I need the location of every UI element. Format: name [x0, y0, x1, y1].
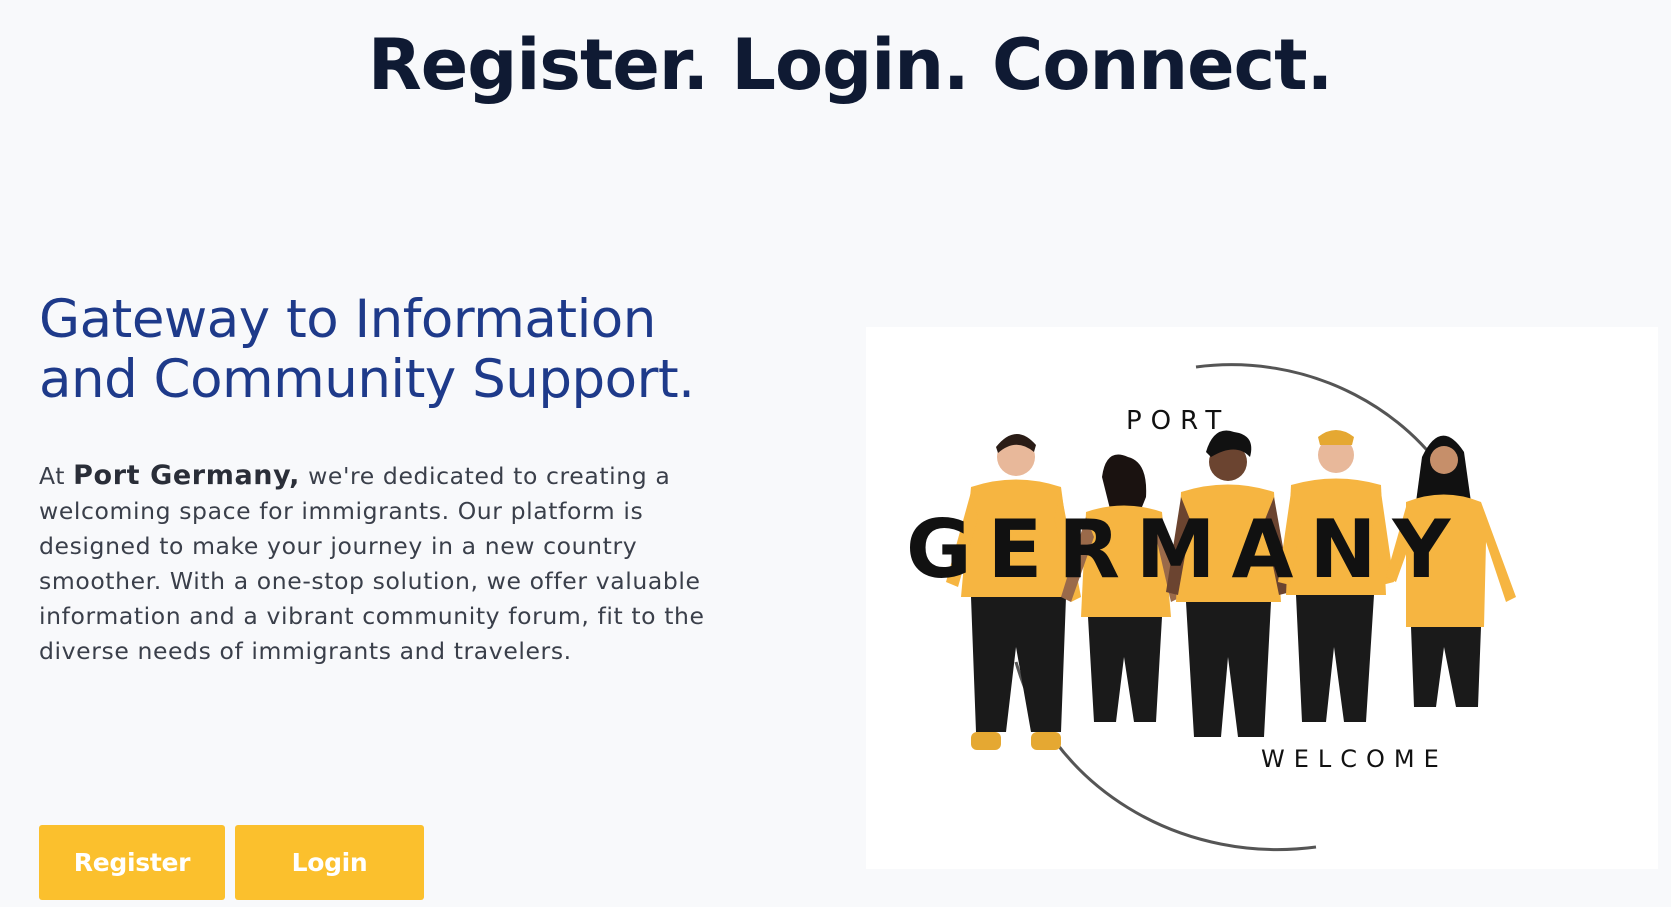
login-button[interactable]: Login [235, 825, 424, 900]
port-germany-logo-image: PORT GERMANY WELCOME [866, 327, 1658, 869]
intro-paragraph: At Port Germany, we're dedicated to crea… [39, 458, 719, 669]
section-heading: Gateway to Information and Community Sup… [39, 289, 695, 410]
intro-prefix: At [39, 462, 74, 490]
intro-body: we're dedicated to creating a welcoming … [39, 462, 705, 665]
about-section: Gateway to Information and Community Sup… [39, 290, 719, 669]
page-title: Register. Login. Connect. [367, 24, 1333, 106]
brand-name: Port Germany, [73, 460, 301, 491]
logo-port-text: PORT [1126, 406, 1230, 436]
action-buttons: Register Login [39, 825, 424, 900]
logo-germany-text: GERMANY [906, 503, 1466, 596]
register-button[interactable]: Register [39, 825, 225, 900]
logo-welcome-text: WELCOME [1261, 745, 1448, 773]
